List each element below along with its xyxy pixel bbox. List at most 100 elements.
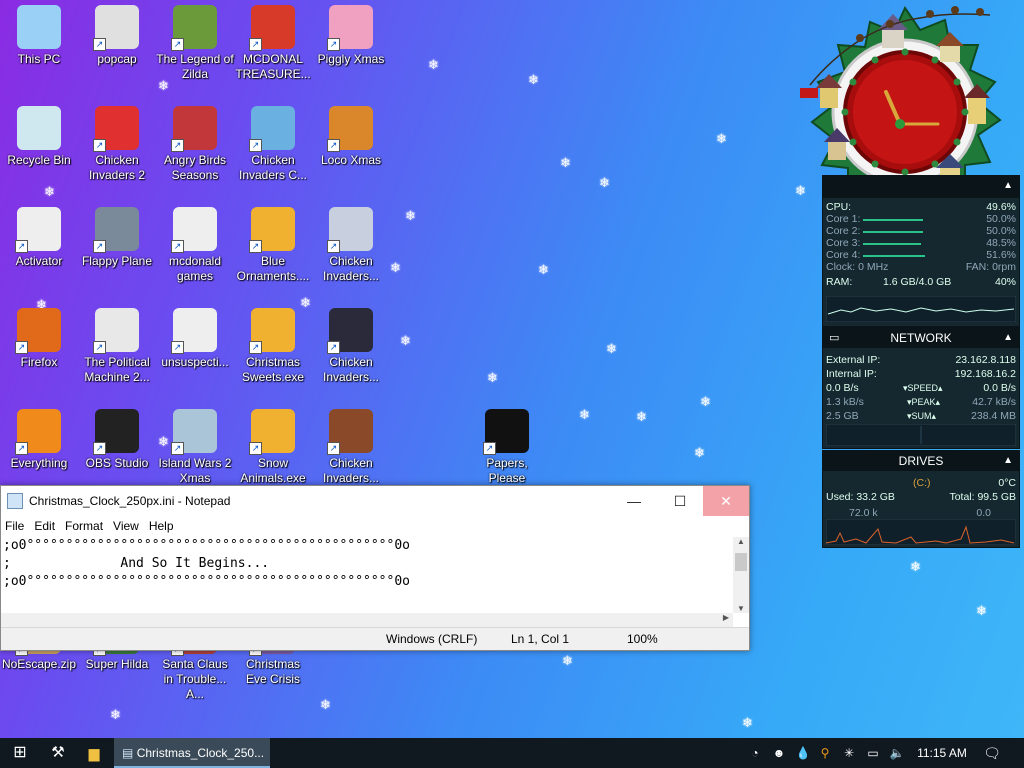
collapse-arrow-icon[interactable]: ▲ xyxy=(1003,176,1013,196)
desktop-icon-label: The Political Machine 2... xyxy=(84,355,150,384)
drives-gadget-header: DRIVES ▲ xyxy=(823,451,1019,471)
core-usage-bar xyxy=(863,231,923,233)
network-monitor-gadget[interactable]: ▭ NETWORK ▲ External IP: 23.162.8.118 In… xyxy=(822,327,1020,449)
core-value: 48.5% xyxy=(986,237,1016,249)
menu-item-edit[interactable]: Edit xyxy=(30,519,61,533)
scroll-thumb[interactable] xyxy=(735,553,747,571)
text-line: ;o0°°°°°°°°°°°°°°°°°°°°°°°°°°°°°°°°°°°°°… xyxy=(3,574,410,589)
snowflake-icon: ❄ xyxy=(538,262,549,277)
notification-icon[interactable]: 🗨 xyxy=(980,738,1004,768)
tray-clock-icon[interactable]: ◔ xyxy=(744,738,766,768)
tray-drop-icon[interactable]: 💧 xyxy=(792,738,814,768)
snowflake-icon: ❄ xyxy=(528,72,539,87)
snowflake-icon: ❄ xyxy=(910,559,921,574)
cpu-value: 49.6% xyxy=(986,201,1016,213)
taskbar-clock[interactable]: 11:15 AM xyxy=(910,738,974,768)
desktop-icon[interactable]: ↗ The Political Machine 2... xyxy=(78,308,156,385)
app-icon: ↗ xyxy=(249,106,295,152)
desktop-icon[interactable]: Recycle Bin xyxy=(0,106,78,168)
notepad-titlebar[interactable]: Christmas_Clock_250px.ini - Notepad — ☐ … xyxy=(1,486,749,516)
drive-read: 72.0 k xyxy=(849,507,878,519)
desktop-icon[interactable]: ↗ Chicken Invaders C... xyxy=(234,106,312,183)
app-icon: ↗ xyxy=(171,409,217,455)
tray-monitor-icon[interactable]: ▭ xyxy=(862,738,884,768)
scroll-up-icon[interactable]: ▲ xyxy=(733,537,749,546)
desktop-icon[interactable]: ↗ Chicken Invaders... xyxy=(312,308,390,385)
snowflake-icon: ❄ xyxy=(110,707,121,722)
desktop-icon[interactable]: ↗ OBS Studio xyxy=(78,409,156,471)
snowflake-icon: ❄ xyxy=(405,208,416,223)
windows-start-icon[interactable]: ⊞ xyxy=(6,738,34,768)
core-usage-bar xyxy=(863,243,922,245)
cpu-monitor-gadget[interactable]: ▲ CPU: 49.6% Core 1: 50.0% Core 2: 50.0% Cor… xyxy=(822,175,1020,327)
shortcut-arrow-icon: ↗ xyxy=(249,442,262,455)
desktop-icon[interactable]: ↗ Chicken Invaders... xyxy=(312,409,390,486)
desktop-icon[interactable]: ↗ MCDONAL TREASURE... xyxy=(234,5,312,82)
horizontal-scrollbar[interactable]: ▶ xyxy=(1,613,733,627)
shortcut-arrow-icon: ↗ xyxy=(93,341,106,354)
minimize-button[interactable]: — xyxy=(611,486,657,516)
notepad-text-area[interactable]: ;o0°°°°°°°°°°°°°°°°°°°°°°°°°°°°°°°°°°°°°… xyxy=(1,537,733,613)
desktop-icon[interactable]: ↗ Firefox xyxy=(0,308,78,370)
desktop-icon[interactable]: ↗ Island Wars 2 Xmas xyxy=(156,409,234,486)
download-speed: 0.0 B/s xyxy=(826,382,859,394)
core-row: Core 4: 51.6% xyxy=(823,249,1019,261)
tray-people-icon[interactable]: ☻ xyxy=(768,738,790,768)
taskbar-notepad-button[interactable]: ▤ Christmas_Clock_250... xyxy=(114,738,270,768)
scroll-down-icon[interactable]: ▼ xyxy=(733,604,749,613)
desktop-icon-label: Everything xyxy=(10,456,68,470)
desktop-icon[interactable]: ↗ The Legend of Zilda xyxy=(156,5,234,82)
file-explorer-icon[interactable]: ▆ xyxy=(80,738,108,768)
desktop-icon-label: Chicken Invaders C... xyxy=(238,153,308,182)
desktop-icon[interactable]: ↗ Chicken Invaders... xyxy=(312,207,390,284)
desktop-icon[interactable]: ↗ Chicken Invaders 2 xyxy=(78,106,156,183)
menu-item-format[interactable]: Format xyxy=(61,519,109,533)
app-icon: ↗ xyxy=(93,409,139,455)
zoom-status: 100% xyxy=(627,632,658,646)
drive-row: (C:) 0°C xyxy=(823,477,1019,489)
desktop: ❄❄❄❄❄❄❄❄❄❄❄❄❄❄❄❄❄❄❄❄❄❄❄❄❄❄❄❄❄❄❄❄❄❄❄ This… xyxy=(0,0,1024,738)
app-icon: ↗ xyxy=(171,207,217,253)
tray-volume-icon[interactable]: 🔈 xyxy=(886,738,908,768)
collapse-arrow-icon[interactable]: ▲ xyxy=(1003,328,1013,348)
scroll-right-icon[interactable]: ▶ xyxy=(723,613,729,622)
tray-network-icon[interactable]: ✳ xyxy=(838,738,860,768)
menu-item-help[interactable]: Help xyxy=(145,519,180,533)
desktop-icon[interactable]: ↗ Blue Ornaments.... xyxy=(234,207,312,284)
desktop-icon-label: mcdonald games xyxy=(168,254,222,283)
snowflake-icon: ❄ xyxy=(560,155,571,170)
desktop-icon[interactable]: ↗ Piggly Xmas xyxy=(312,5,390,67)
desktop-icon[interactable]: ↗ Flappy Plane xyxy=(78,207,156,269)
window-title: Christmas_Clock_250px.ini - Notepad xyxy=(29,494,231,508)
maximize-button[interactable]: ☐ xyxy=(657,486,703,516)
desktop-icon-label: Christmas Eve Crisis xyxy=(245,657,300,686)
shortcut-arrow-icon: ↗ xyxy=(327,139,340,152)
desktop-icon-label: Papers, Please xyxy=(486,456,528,485)
collapse-arrow-icon[interactable]: ▲ xyxy=(1003,451,1013,471)
drives-monitor-gadget[interactable]: DRIVES ▲ (C:) 0°C Used: 33.2 GB Total: 9… xyxy=(822,450,1020,548)
desktop-icon[interactable]: ↗ mcdonald games xyxy=(156,207,234,284)
menu-item-view[interactable]: View xyxy=(109,519,145,533)
tools-icon[interactable]: ⚒ xyxy=(44,738,72,768)
vertical-scrollbar[interactable]: ▲ ▼ xyxy=(733,537,749,613)
ram-row: RAM: 1.6 GB/4.0 GB 40% xyxy=(823,276,1019,288)
desktop-icon[interactable]: ↗ popcap xyxy=(78,5,156,67)
desktop-icon[interactable]: ↗ Loco Xmas xyxy=(312,106,390,168)
core-list: Core 1: 50.0% Core 2: 50.0% Core 3: 48.5% Core… xyxy=(823,213,1019,261)
desktop-icon[interactable]: ↗ unsuspecti... xyxy=(156,308,234,370)
app-icon: ↗ xyxy=(93,5,139,51)
shortcut-arrow-icon: ↗ xyxy=(171,442,184,455)
desktop-icon-label: Recycle Bin xyxy=(7,153,71,167)
desktop-icon[interactable]: ↗ Papers, Please xyxy=(468,409,546,486)
close-button[interactable]: ✕ xyxy=(703,486,749,516)
desktop-icon[interactable]: This PC xyxy=(0,5,78,67)
desktop-icon[interactable]: ↗ Snow Animals.exe xyxy=(234,409,312,486)
desktop-icon[interactable]: ↗ Activator xyxy=(0,207,78,269)
desktop-icon[interactable]: ↗ Christmas Sweets.exe xyxy=(234,308,312,385)
desktop-icon[interactable]: ↗ Everything xyxy=(0,409,78,471)
notepad-window[interactable]: Christmas_Clock_250px.ini - Notepad — ☐ … xyxy=(0,485,750,651)
cpu-row: CPU: 49.6% xyxy=(823,201,1019,213)
desktop-icon[interactable]: ↗ Angry Birds Seasons xyxy=(156,106,234,183)
menu-item-file[interactable]: File xyxy=(1,519,30,533)
tray-search-icon[interactable]: ⚲ xyxy=(814,738,836,768)
